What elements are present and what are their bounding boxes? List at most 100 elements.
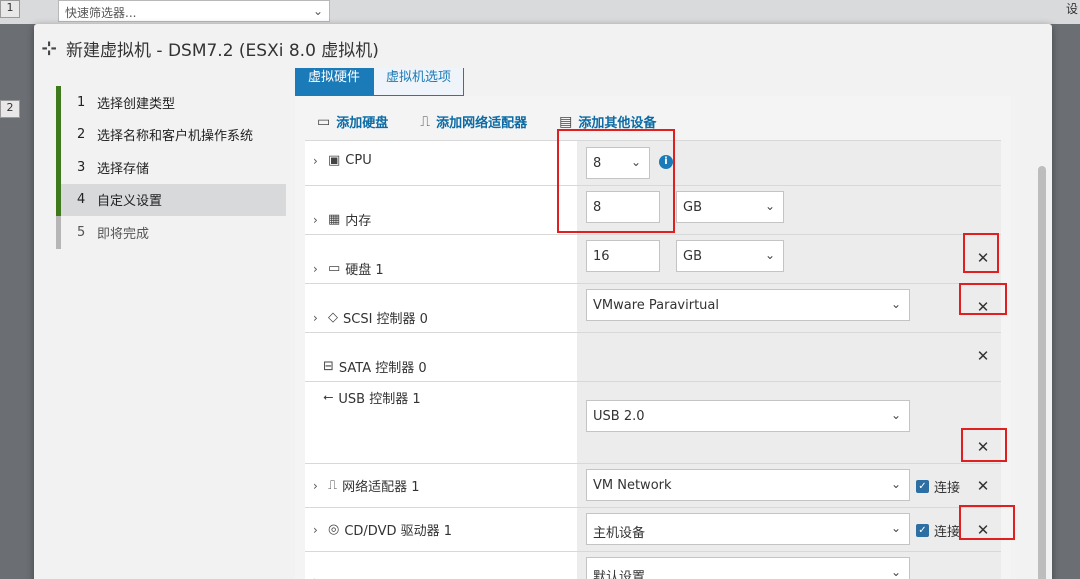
hw-row-cd-dvd: › ◎ CD/DVD 驱动器 1 主机设备 ⌄ ✓ 连接 ✕ (305, 507, 1001, 551)
step-label: 选择创建类型 (97, 96, 176, 112)
cd-dvd-label[interactable]: › ◎ CD/DVD 驱动器 1 (313, 520, 452, 539)
remove-network-close-icon[interactable]: ✕ (975, 477, 991, 495)
highlight-cpu-memory (557, 129, 675, 233)
step-5[interactable]: 5 即将完成 (56, 216, 286, 249)
scsi-icon: ◇ (328, 310, 338, 325)
cd-dvd-label-text: CD/DVD 驱动器 1 (344, 524, 453, 539)
scrollbar[interactable] (1038, 166, 1046, 579)
network-select[interactable]: VM Network ⌄ (586, 469, 910, 501)
usb-type-select[interactable]: USB 2.0 ⌄ (586, 400, 910, 432)
chevron-down-icon: ⌄ (312, 4, 323, 18)
hw-row-partial: › 默认设置 ⌄ (305, 551, 1001, 579)
wizard-steps: 1 选择创建类型 2 选择名称和客户机操作系统 3 选择存储 4 自定义设置 5 即将完成 (56, 86, 286, 249)
disk-label-text: 硬盘 1 (345, 263, 384, 278)
chevron-down-icon: ⌄ (890, 297, 901, 311)
network-connect-label: 连接 (934, 481, 961, 496)
device-icon: ▤ (559, 113, 573, 130)
add-disk-label: 添加硬盘 (336, 116, 389, 131)
step-number: 1 (77, 94, 86, 110)
step-label: 选择名称和客户机操作系统 (97, 129, 254, 145)
scsi-label-text: SCSI 控制器 0 (343, 312, 428, 327)
chevron-down-icon: ⌄ (890, 565, 901, 579)
chevron-right-icon: › (313, 261, 318, 276)
step-number: 2 (77, 127, 86, 143)
chevron-down-icon: ⌄ (764, 248, 775, 262)
quick-filter-select[interactable]: 快速筛选器... ⌄ (58, 0, 330, 22)
network-label-text: 网络适配器 1 (342, 480, 420, 495)
disk-unit-value: GB (683, 249, 702, 264)
network-connect-checkbox[interactable]: ✓ 连接 (916, 477, 960, 496)
checkbox-checked-icon: ✓ (916, 480, 929, 493)
usb-label-text: USB 控制器 1 (338, 392, 421, 407)
usb-type-value: USB 2.0 (593, 409, 645, 424)
add-disk-button[interactable]: ▭ 添加硬盘 (317, 112, 389, 132)
cd-icon: ◎ (328, 522, 340, 537)
step-1[interactable]: 1 选择创建类型 (56, 86, 286, 119)
cpu-label-text: CPU (345, 153, 372, 168)
step-label: 选择存储 (97, 161, 150, 177)
disk-unit-select[interactable]: GB ⌄ (676, 240, 784, 272)
highlight-remove-disk (963, 233, 999, 273)
usb-icon: ⭠ (323, 390, 334, 405)
new-vm-dialog: ⊹ 新建虚拟机 - DSM7.2 (ESXi 8.0 虚拟机) 1 选择创建类型 … (34, 24, 1052, 579)
chevron-right-icon: › (313, 478, 318, 493)
sata-icon: ⊟ (323, 359, 334, 374)
chevron-right-icon: › (313, 153, 318, 168)
chevron-right-icon: › (313, 310, 318, 325)
quick-filter-text: 快速筛选器... (65, 6, 137, 20)
chevron-down-icon: ⌄ (890, 408, 901, 422)
scsi-label[interactable]: › ◇ SCSI 控制器 0 (313, 308, 428, 327)
cd-dvd-select[interactable]: 主机设备 ⌄ (586, 513, 910, 545)
network-icon: ⎍ (420, 113, 431, 130)
memory-unit-value: GB (683, 200, 702, 215)
highlight-remove-scsi (959, 283, 1007, 315)
usb-label: ⭠ USB 控制器 1 (323, 388, 421, 407)
step-number: 3 (77, 159, 86, 175)
network-icon: ⎍ (328, 478, 338, 493)
new-vm-icon: ⊹ (41, 38, 57, 59)
hw-row-network: › ⎍ 网络适配器 1 VM Network ⌄ ✓ 连接 ✕ (305, 463, 1001, 507)
scsi-type-select[interactable]: VMware Paravirtual ⌄ (586, 289, 910, 321)
memory-icon: ▦ (328, 212, 341, 227)
network-value: VM Network (593, 478, 672, 493)
network-label[interactable]: › ⎍ 网络适配器 1 (313, 476, 420, 495)
chevron-right-icon: › (313, 522, 318, 537)
add-nic-button[interactable]: ⎍ 添加网络适配器 (420, 112, 528, 132)
dialog-title-text: 新建虚拟机 - DSM7.2 (ESXi 8.0 虚拟机) (66, 41, 379, 61)
step-2[interactable]: 2 选择名称和客户机操作系统 (56, 118, 286, 151)
step-3[interactable]: 3 选择存储 (56, 151, 286, 184)
memory-label-text: 内存 (345, 214, 372, 229)
cd-dvd-connect-label: 连接 (934, 525, 961, 540)
cd-dvd-value: 主机设备 (593, 526, 646, 541)
bg-row-number-2: 2 (0, 100, 20, 118)
cpu-label[interactable]: › ▣ CPU (313, 153, 372, 168)
bg-settings-label: 设 (1065, 2, 1078, 16)
step-number: 4 (77, 192, 86, 208)
hw-row-sata: ⊟ SATA 控制器 0 ✕ (305, 332, 1001, 381)
remove-sata-close-icon[interactable]: ✕ (975, 347, 991, 365)
disk-label[interactable]: › ▭ 硬盘 1 (313, 259, 384, 278)
highlight-remove-cd (959, 505, 1015, 540)
cd-dvd-connect-checkbox[interactable]: ✓ 连接 (916, 521, 960, 540)
memory-label[interactable]: › ▦ 内存 (313, 210, 371, 229)
disk-size-input[interactable]: 16 (586, 240, 660, 272)
add-nic-label: 添加网络适配器 (436, 116, 528, 131)
step-4[interactable]: 4 自定义设置 (56, 183, 286, 216)
highlight-remove-usb (961, 428, 1007, 462)
sata-label: ⊟ SATA 控制器 0 (323, 357, 427, 376)
bg-row-number-1: 1 (0, 0, 20, 18)
hw-row-scsi: › ◇ SCSI 控制器 0 VMware Paravirtual ⌄ ✕ (305, 283, 1001, 332)
partial-label[interactable]: › (313, 574, 323, 579)
chevron-down-icon: ⌄ (764, 199, 775, 213)
sata-value-cell (577, 333, 1001, 381)
cpu-icon: ▣ (328, 153, 341, 168)
tab-vm-options[interactable]: 虚拟机选项 (373, 68, 465, 96)
step-label: 自定义设置 (97, 194, 163, 210)
default-settings-value: 默认设置 (593, 570, 646, 579)
sata-label-text: SATA 控制器 0 (338, 361, 427, 376)
disk-icon: ▭ (317, 113, 331, 130)
chevron-down-icon: ⌄ (890, 521, 901, 535)
default-settings-select[interactable]: 默认设置 ⌄ (586, 557, 910, 579)
tab-virtual-hardware[interactable]: 虚拟硬件 (295, 68, 374, 96)
memory-unit-select[interactable]: GB ⌄ (676, 191, 784, 223)
